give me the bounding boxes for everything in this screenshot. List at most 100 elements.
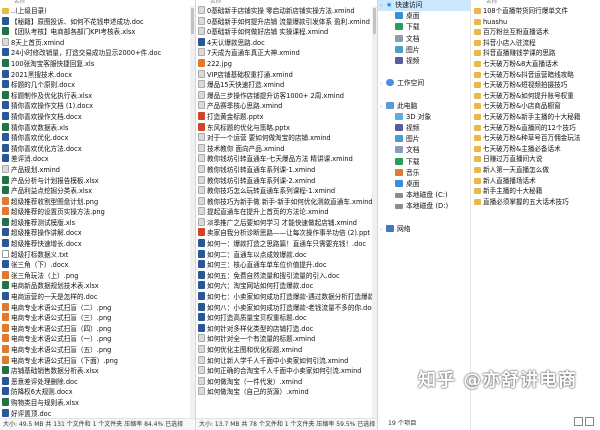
file-row[interactable]: 如何优化主图和优化标题.xmind <box>196 345 377 356</box>
file-row[interactable]: 对于一个运营 要如何做淘宝的店铺.xmind <box>196 133 377 144</box>
file-row[interactable]: 教你技巧怎么玩转直通车系列课程-1.xmind <box>196 186 377 197</box>
file-row[interactable]: 电商专业术语公式扫盲（五）.png <box>0 345 195 356</box>
file-row[interactable]: 电商专业术语公式扫盲（四）.png <box>0 323 195 335</box>
nav-item[interactable]: 图片 <box>378 134 470 145</box>
file-row[interactable]: 如何五：免费自然流量和搜引流量的引入.doc <box>196 270 377 282</box>
file-row[interactable]: 打造黄金标题.pptx <box>196 111 377 123</box>
file-row[interactable]: 百万粉丝互粉直播话术 <box>472 27 600 38</box>
file-row[interactable]: 超级打标数据义.txt <box>0 249 195 261</box>
file-row[interactable]: 电商专业术语公式扫盲（二）.png <box>0 302 195 314</box>
file-row[interactable]: 电商运营的一天是怎样的.doc <box>0 292 195 303</box>
vertical-scrollbar[interactable] <box>190 6 195 418</box>
file-row[interactable]: 【秘籍】原图投诉、如何不花钱申述成功.doc <box>0 16 195 28</box>
nav-item[interactable]: › 网络 <box>378 224 470 235</box>
file-row[interactable]: 猜你喜欢优化方法.docx <box>0 143 195 155</box>
file-row[interactable]: 超级推荐收割型图盘计划.png <box>0 196 195 208</box>
file-row[interactable]: 电商新品数据规划技术表.xlsx <box>0 281 195 292</box>
nav-item[interactable]: 视频 <box>378 56 470 67</box>
nav-item[interactable]: 下载 <box>378 22 470 33</box>
column-header-name[interactable]: 名称 <box>196 0 377 5</box>
file-row[interactable]: 购物类目与规则表.xlsx <box>0 397 195 409</box>
file-row[interactable]: 日赚过万直播间大说 <box>472 154 600 165</box>
nav-item[interactable]: 桌面 <box>378 179 470 190</box>
file-list[interactable]: 0基础新手店铺实操 零启动新店铺实操方法.xmind 0基础新手如何提升店铺 流量… <box>196 6 377 398</box>
file-row[interactable]: 新人直播播场话术 <box>472 176 600 187</box>
file-row[interactable]: 七天破万粉&8大直播话术 <box>472 59 600 70</box>
file-row[interactable]: 猜你喜欢操作文档 (1).docx <box>0 101 195 112</box>
file-row[interactable]: 七天破万粉&短视频拍摄技巧 <box>472 80 600 91</box>
file-row[interactable]: 如何一：爆款打造之思路篇！直通车只需要充钱！.doc <box>196 239 377 250</box>
file-row[interactable]: 如何七：小卖家如何成功打造爆款-遇过数据分析打造爆款.doc <box>196 292 377 303</box>
nav-item[interactable]: 文档 <box>378 145 470 156</box>
file-row[interactable]: 技术教你 面向产品.xmind <box>196 143 377 155</box>
file-row[interactable]: 标题的几个原则.docx <box>0 80 195 91</box>
file-row[interactable]: 7天成为直通车真正大神.xmind <box>196 48 377 59</box>
file-row[interactable]: 产品赛季核心思路.xmind <box>196 101 377 112</box>
nav-item[interactable]: 下载 <box>378 157 470 168</box>
file-list-pane-left[interactable]: 名称 ..(上级目录) 【秘籍】原图投诉、如何不花钱申述成功.doc 【团队考核】电… <box>0 0 196 430</box>
file-row[interactable]: 如何正确的合淘宝千人千面中小卖家如何引流.xmind <box>196 366 377 377</box>
file-row[interactable]: 如何二：直通车以点成效爆款.doc <box>196 249 377 261</box>
file-row[interactable]: 如何针对全一个有流量的标题.xmind <box>196 334 377 345</box>
file-row[interactable]: 恶意差评处理删除.doc <box>0 376 195 388</box>
file-row[interactable]: 教你钱坊引转直通车-七天爆品方法 精讲课.xmind <box>196 154 377 165</box>
nav-item[interactable]: › 工作空间 <box>378 78 470 89</box>
file-row[interactable]: 教你钱坊引转直通车系列课-1.xmind <box>196 164 377 176</box>
file-row[interactable]: 直播必须掌握的五大话术技巧 <box>472 197 600 208</box>
file-row[interactable]: 七天破万粉&直播间的12个技巧 <box>472 123 600 134</box>
file-list-pane-middle[interactable]: 名称 0基础新手店铺实操 零启动新店铺实操方法.xmind 0基础新手如何提升店铺… <box>196 0 378 430</box>
file-row[interactable]: 如何三：核心直通车单车位价值提升.doc <box>196 260 377 271</box>
nav-item[interactable]: 本地磁盘 (C:) <box>378 190 470 201</box>
file-row[interactable]: 新人第一天直播怎么做 <box>472 165 600 176</box>
file-row[interactable]: 8天上首页.xmind <box>0 37 195 49</box>
column-header-name[interactable]: 名称 <box>0 0 195 5</box>
file-row[interactable]: 【团队考核】电商部各部门KPI考核表.xlsx <box>0 27 195 38</box>
file-row[interactable]: 提起直通车在提升上首页的方法论.xmind <box>196 207 377 218</box>
file-row[interactable]: 新手主播的十大秘籍 <box>472 186 600 197</box>
file-row[interactable]: 猜你喜欢操作文档.docx <box>0 111 195 123</box>
file-row[interactable]: 2021黑搜技术.docx <box>0 69 195 81</box>
file-row[interactable]: 张三角玩法（上）.png <box>0 270 195 282</box>
file-row[interactable]: 七天破万粉&小店商品橱窗 <box>472 101 600 112</box>
file-row[interactable]: 标题制作及优化执行表.xlsx <box>0 90 195 102</box>
file-row[interactable]: 如何八：小卖家如何成功打造爆款-老钱流量不多的你.doc <box>196 302 377 314</box>
file-row[interactable]: 七天破万粉&抖音运营暗线攻略 <box>472 70 600 81</box>
nav-item[interactable]: 3D 对象 <box>378 112 470 123</box>
file-row[interactable]: 东风标题的优化与策略.pptx <box>196 122 377 134</box>
nav-item[interactable]: 文档 <box>378 34 470 45</box>
file-row[interactable]: 爆品15天快速打造.xmind <box>196 80 377 91</box>
file-row[interactable]: 抖音直播赚钱学课的思路 <box>472 48 600 59</box>
nav-item[interactable]: 视频 <box>378 123 470 134</box>
file-row[interactable]: 猜你喜欢数据表.xls <box>0 122 195 134</box>
file-row[interactable]: 如何打造高质量宝贝权重标题.doc <box>196 313 377 324</box>
file-row[interactable]: 教你钱坊引转直通车系列课-2.xmind <box>196 175 377 187</box>
scrollbar-thumb[interactable] <box>191 8 194 34</box>
file-row[interactable]: 抖音小店入驻流程 <box>472 38 600 49</box>
file-row[interactable]: 防降权6大规则.docx <box>0 387 195 398</box>
file-row[interactable]: 如何六：淘宝网站如何打造爆款.doc <box>196 281 377 292</box>
file-row[interactable]: huashu <box>472 17 600 28</box>
file-row[interactable]: 108个直播带货同行爆单文件 <box>472 6 600 17</box>
file-row[interactable]: 222.jpg <box>196 58 377 70</box>
file-row[interactable]: 七天破万粉&如何提升账号权重 <box>472 91 600 102</box>
file-row[interactable]: 如何让新人学千人千面中小卖家如何引流.xmind <box>196 355 377 367</box>
file-row[interactable]: 0基础新手如何提升店铺 流量爆款引发体系 盈利.xmind <box>196 16 377 28</box>
file-row[interactable]: 如何做淘宝（一件代发）.xmind <box>196 376 377 388</box>
nav-item[interactable]: 音乐 <box>378 168 470 179</box>
file-row[interactable]: 张三角（下）.docx <box>0 260 195 271</box>
nav-item[interactable]: › 此电脑 <box>378 101 470 112</box>
file-row[interactable]: 产品分析与计划报告模板.xlsx <box>0 175 195 187</box>
file-row[interactable]: 猜你喜欢优化.docx <box>0 133 195 144</box>
nav-item[interactable]: 图片 <box>378 45 470 56</box>
file-row[interactable]: 教你技巧为新手做 新手-新手如何优化测款直通车.xmind <box>196 196 377 208</box>
column-header-name[interactable]: 名称 <box>472 0 497 5</box>
vertical-scrollbar[interactable] <box>372 6 377 418</box>
file-row[interactable]: 电商专业术语公式扫盲（下面）.png <box>0 355 195 367</box>
large-icons-view-icon[interactable] <box>585 417 594 426</box>
file-row[interactable]: 产品利益点挖掘分类表.xlsx <box>0 186 195 197</box>
file-row[interactable]: 电商专业术语公式扫盲（三）.png <box>0 313 195 324</box>
details-view-icon[interactable] <box>574 417 583 426</box>
file-row[interactable]: 产品规划.xmind <box>0 164 195 176</box>
file-row[interactable]: 4天认爆款思路.doc <box>196 37 377 49</box>
view-toggle[interactable] <box>572 417 594 428</box>
